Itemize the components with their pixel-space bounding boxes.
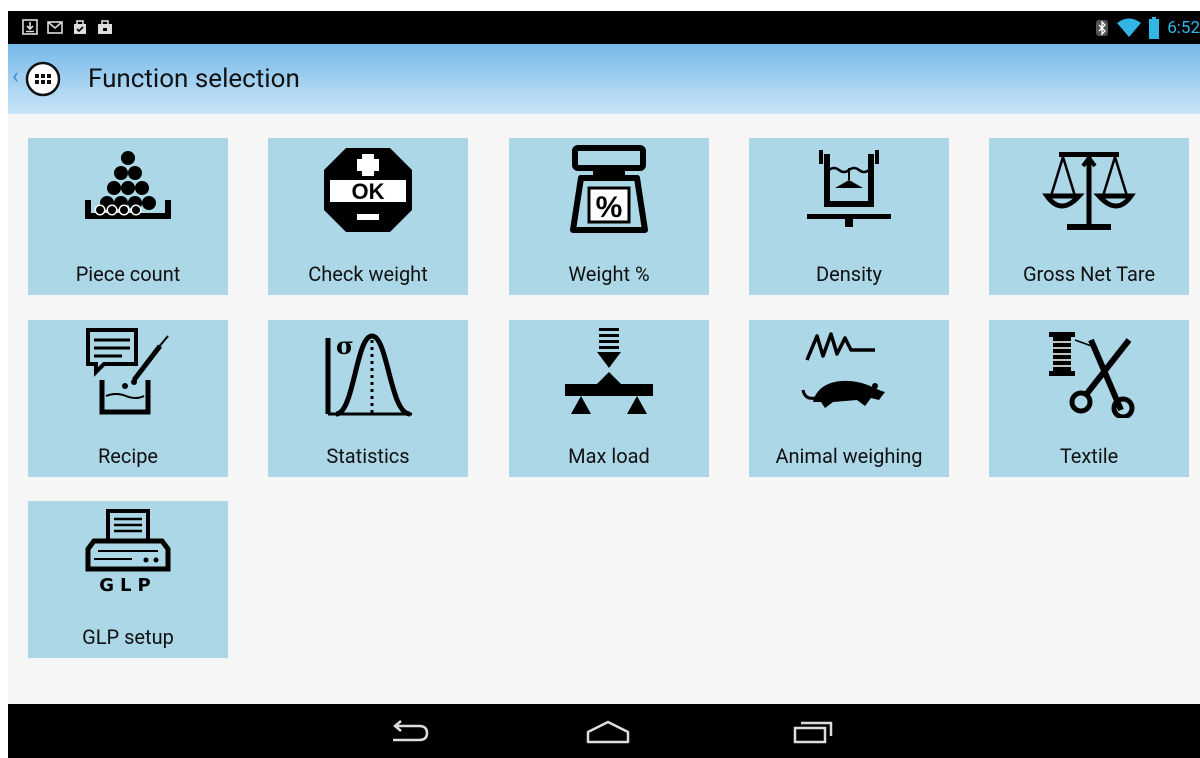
max-load-icon: [565, 328, 653, 414]
tile-label: Textile: [1059, 444, 1119, 468]
tile-label: Piece count: [75, 262, 181, 286]
svg-text:OK: OK: [352, 179, 385, 204]
clock-time: 6:52: [1167, 18, 1200, 38]
piece-count-icon: [85, 151, 171, 219]
function-grid: Piece count OK Check weight % Weight % D…: [28, 138, 1189, 658]
tile-statistics[interactable]: σ Statistics: [268, 320, 468, 477]
gmail-icon: [47, 21, 63, 34]
navigation-bar: [8, 704, 1200, 758]
page-title: Function selection: [88, 64, 300, 94]
tile-gross-net-tare[interactable]: Gross Net Tare: [989, 138, 1189, 295]
tile-piece-count[interactable]: Piece count: [28, 138, 228, 295]
tile-label: Density: [816, 262, 882, 286]
back-icon[interactable]: [381, 714, 441, 748]
tile-check-weight[interactable]: OK Check weight: [268, 138, 468, 295]
density-icon: [807, 150, 891, 227]
tile-animal-weighing[interactable]: Animal weighing: [749, 320, 949, 477]
action-bar: ‹ Function selection: [8, 44, 1200, 114]
download-icon: [22, 19, 38, 35]
svg-text:%: %: [596, 191, 623, 224]
briefcase-icon: [98, 20, 112, 34]
tile-label: Check weight: [308, 262, 428, 286]
tile-label: Statistics: [326, 444, 410, 468]
tile-label: Animal weighing: [775, 444, 923, 468]
bluetooth-icon: [1096, 20, 1109, 36]
tile-max-load[interactable]: Max load: [509, 320, 709, 477]
svg-text:GLP: GLP: [99, 575, 156, 596]
tile-label: Max load: [568, 444, 650, 468]
tile-weight-percent[interactable]: % Weight %: [509, 138, 709, 295]
tile-glp-setup[interactable]: GLP GLP setup: [28, 501, 228, 658]
notification-icons: [22, 19, 113, 35]
animal-weighing-icon: [801, 332, 885, 408]
tile-recipe[interactable]: Recipe: [28, 320, 228, 477]
recent-apps-icon[interactable]: [783, 714, 843, 748]
textile-icon: [1049, 332, 1135, 418]
gross-net-tare-icon: [1042, 152, 1136, 230]
tile-label: Weight %: [568, 262, 650, 286]
system-status-area: 6:52: [1095, 17, 1200, 39]
recipe-icon: [86, 328, 169, 415]
wifi-icon: [1117, 18, 1142, 37]
tile-label: GLP setup: [82, 625, 174, 649]
check-weight-icon: OK: [324, 148, 412, 232]
tile-label: Recipe: [97, 444, 159, 468]
tile-label: Gross Net Tare: [1022, 262, 1156, 286]
battery-icon: [1149, 17, 1160, 39]
statistics-icon: σ: [325, 331, 412, 417]
glp-setup-icon: GLP: [85, 509, 171, 596]
home-icon[interactable]: [578, 714, 638, 748]
clipboard-icon: [74, 20, 86, 34]
app-launcher-icon[interactable]: [25, 61, 61, 97]
tile-density[interactable]: Density: [749, 138, 949, 295]
device-screen: 6:52 ‹ Function selection Piece count OK…: [8, 11, 1200, 758]
tile-textile[interactable]: Textile: [989, 320, 1189, 477]
weight-percent-icon: %: [570, 145, 648, 233]
up-chevron-icon[interactable]: ‹: [12, 66, 19, 88]
status-bar: 6:52: [8, 11, 1200, 44]
svg-text:σ: σ: [336, 331, 354, 360]
